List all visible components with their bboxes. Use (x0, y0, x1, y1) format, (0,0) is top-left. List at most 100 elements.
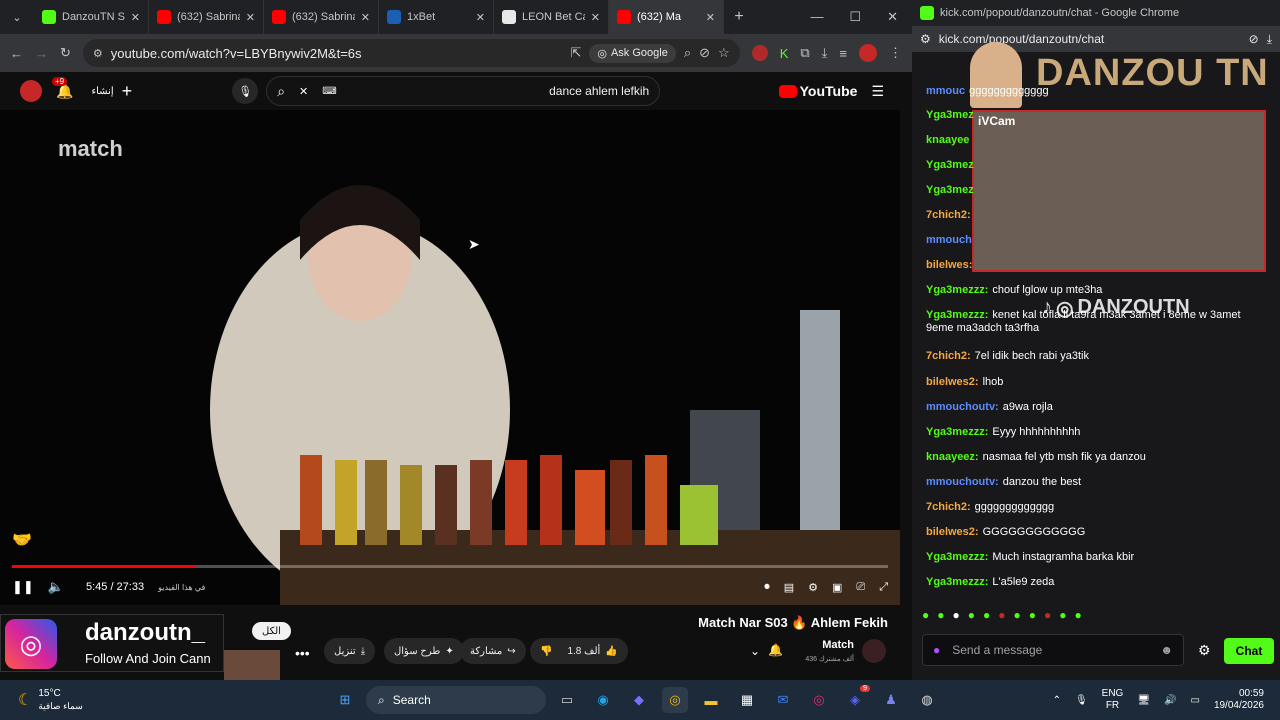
keyboard-icon[interactable]: ⌨ (322, 86, 336, 97)
close-tab-icon[interactable]: ✕ (591, 11, 600, 24)
close-tab-icon[interactable]: ✕ (131, 11, 140, 24)
battery-icon[interactable]: ▭ (1190, 695, 1199, 706)
chrome-icon[interactable]: ◎ (662, 687, 688, 713)
download-icon[interactable]: ⤓ (1267, 32, 1272, 47)
file-explorer-icon[interactable]: ▬ (698, 687, 724, 713)
browser-tab[interactable]: (632) Sabrina ✕ (149, 0, 264, 34)
minimize-icon[interactable]: — (810, 9, 823, 25)
browser-tab[interactable]: (632) Ma ✕ (609, 0, 724, 34)
share-button[interactable]: مشاركة ↪ (460, 638, 526, 664)
create-label[interactable]: إنشاء (91, 86, 113, 97)
new-tab-button[interactable]: + (724, 8, 754, 26)
copilot-icon[interactable]: ◆ (626, 687, 652, 713)
chat-username[interactable]: Yga3mezzz: (926, 284, 988, 296)
zoom-icon[interactable]: ⌕ (684, 45, 691, 61)
emote-icon[interactable]: ● (937, 608, 944, 622)
tray-overflow-icon[interactable]: ⌃ (1053, 695, 1061, 706)
chat-username[interactable]: 7chich2: (926, 501, 971, 513)
emote-icon[interactable]: ● (922, 608, 929, 622)
chat-username[interactable]: mmouch (926, 234, 972, 246)
chat-username[interactable]: Yga3mezzz: (926, 426, 988, 438)
chat-username[interactable]: knaayee (926, 134, 969, 146)
media-control-icon[interactable]: ≡ (839, 46, 847, 61)
chat-username[interactable]: Yga3mez (926, 159, 974, 171)
close-tab-icon[interactable]: ✕ (706, 11, 715, 24)
progress-bar[interactable] (12, 565, 888, 568)
browser-tab[interactable]: LEON Bet Ca ✕ (494, 0, 609, 34)
ask-button[interactable]: طرح سؤال ✦ (384, 638, 464, 664)
chat-username[interactable]: bilelwes2: (926, 376, 979, 388)
back-icon[interactable]: ← (10, 46, 23, 61)
emote-icon[interactable]: ● (1059, 608, 1066, 622)
chat-username[interactable]: 7chich2: (926, 350, 971, 362)
mic-tray-icon[interactable]: 🎙 (1075, 695, 1088, 706)
chapter-label[interactable]: في هذا الفيديو (158, 583, 205, 592)
download-button[interactable]: تنزيل ⤓ (324, 638, 376, 664)
maximize-icon[interactable]: ☐ (849, 9, 861, 25)
chip-all[interactable]: الكل (252, 622, 291, 640)
voice-search-icon[interactable]: 🎙 (232, 78, 259, 104)
account-avatar[interactable] (20, 80, 42, 102)
chat-username[interactable]: mmouc (926, 85, 965, 97)
chat-address-bar[interactable]: ⚙ kick.com/popout/danzoutn/chat ⊘ ⤓ (912, 26, 1280, 52)
channel-avatar[interactable] (862, 639, 886, 663)
taskbar-search[interactable]: ⌕ Search (366, 686, 546, 714)
eye-off-icon[interactable]: ⊘ (699, 45, 710, 61)
chat-username[interactable]: bilelwes: (926, 259, 972, 271)
close-window-icon[interactable]: ✕ (887, 9, 898, 25)
language-indicator[interactable]: ENG FR (1102, 688, 1124, 712)
address-bar[interactable]: ⚙ youtube.com/watch?v=LBYBnywiv2M&t=6s ⇱… (82, 39, 740, 67)
emote-icon[interactable]: ● (983, 608, 990, 622)
obs-icon[interactable]: ◍ (914, 687, 940, 713)
settings-icon[interactable]: ⚙ (808, 581, 818, 594)
emote-icon[interactable]: ● (1075, 608, 1082, 622)
notifications-icon[interactable]: 🔔 +9 (52, 76, 73, 100)
emote-icon[interactable]: ● (998, 608, 1005, 622)
network-icon[interactable]: 🖥 (1137, 695, 1150, 706)
teams-icon[interactable]: ♟ (878, 687, 904, 713)
eye-off-icon[interactable]: ⊘ (1249, 32, 1259, 46)
emote-icon[interactable]: ● (953, 608, 960, 622)
expand-chevron-icon[interactable]: ⌄ (750, 644, 760, 658)
weather-widget[interactable]: ☾ 15°C سماء صافية (18, 688, 138, 712)
autoplay-toggle[interactable]: ⏺ (764, 581, 770, 594)
volume-icon[interactable]: 🔈 (48, 579, 64, 595)
browser-tab[interactable]: 1xBet ✕ (379, 0, 494, 34)
close-tab-icon[interactable]: ✕ (361, 11, 370, 24)
reload-icon[interactable]: ↻ (60, 45, 71, 61)
download-icon[interactable]: ⤓ (822, 45, 828, 61)
fullscreen-icon[interactable]: ⤢ (879, 581, 888, 594)
kick-extension-icon[interactable]: K (780, 46, 789, 61)
chat-input[interactable]: ● Send a message ☻ (922, 634, 1184, 666)
chat-username[interactable]: 7chich2: (926, 209, 971, 221)
forward-icon[interactable]: → (35, 46, 48, 61)
instagram-app-icon[interactable]: ◎ (806, 687, 832, 713)
site-settings-icon[interactable]: ⚙ (920, 32, 931, 46)
clear-search-icon[interactable]: ✕ (299, 85, 308, 98)
search-icon[interactable]: ⌕ (277, 83, 285, 100)
search-box[interactable]: ⌕ ✕ ⌨ dance ahlem lefkih (266, 76, 661, 106)
chat-username[interactable]: Yga3mezzz: (926, 551, 988, 563)
store-icon[interactable]: ▦ (734, 687, 760, 713)
mail-icon[interactable]: ✉ (770, 687, 796, 713)
chat-username[interactable]: Yga3mezzz: (926, 309, 988, 321)
menu-icon[interactable]: ⋮ (889, 45, 902, 61)
chat-username[interactable]: Yga3mez (926, 109, 974, 121)
emote-icon[interactable]: ● (968, 608, 975, 622)
channel-name[interactable]: Match (822, 639, 854, 651)
browser-tab[interactable]: DanzouTN St ✕ (34, 0, 149, 34)
chat-username[interactable]: bilelwes2: (926, 526, 979, 538)
close-tab-icon[interactable]: ✕ (246, 11, 255, 24)
youtube-logo[interactable]: YouTube (778, 83, 857, 99)
video-player[interactable]: match ➤ 🤝 ❚❚ 🔈 5:45 / 27:33 في هذا الفيد… (0, 110, 900, 605)
edge-icon[interactable]: ◉ (590, 687, 616, 713)
ask-google-button[interactable]: ◎ Ask Google (589, 43, 676, 63)
chat-username[interactable]: mmouchoutv: (926, 401, 999, 413)
start-button[interactable]: ⊞ (332, 687, 358, 713)
volume-tray-icon[interactable]: 🔊 (1164, 695, 1176, 706)
chat-username[interactable]: Yga3mez (926, 184, 974, 196)
pause-icon[interactable]: ❚❚ (12, 579, 34, 595)
discord-icon[interactable]: ◈ 9 (842, 685, 870, 713)
site-info-icon[interactable]: ⚙ (93, 47, 103, 60)
clock[interactable]: 00:59 19/04/2026 (1214, 688, 1264, 712)
